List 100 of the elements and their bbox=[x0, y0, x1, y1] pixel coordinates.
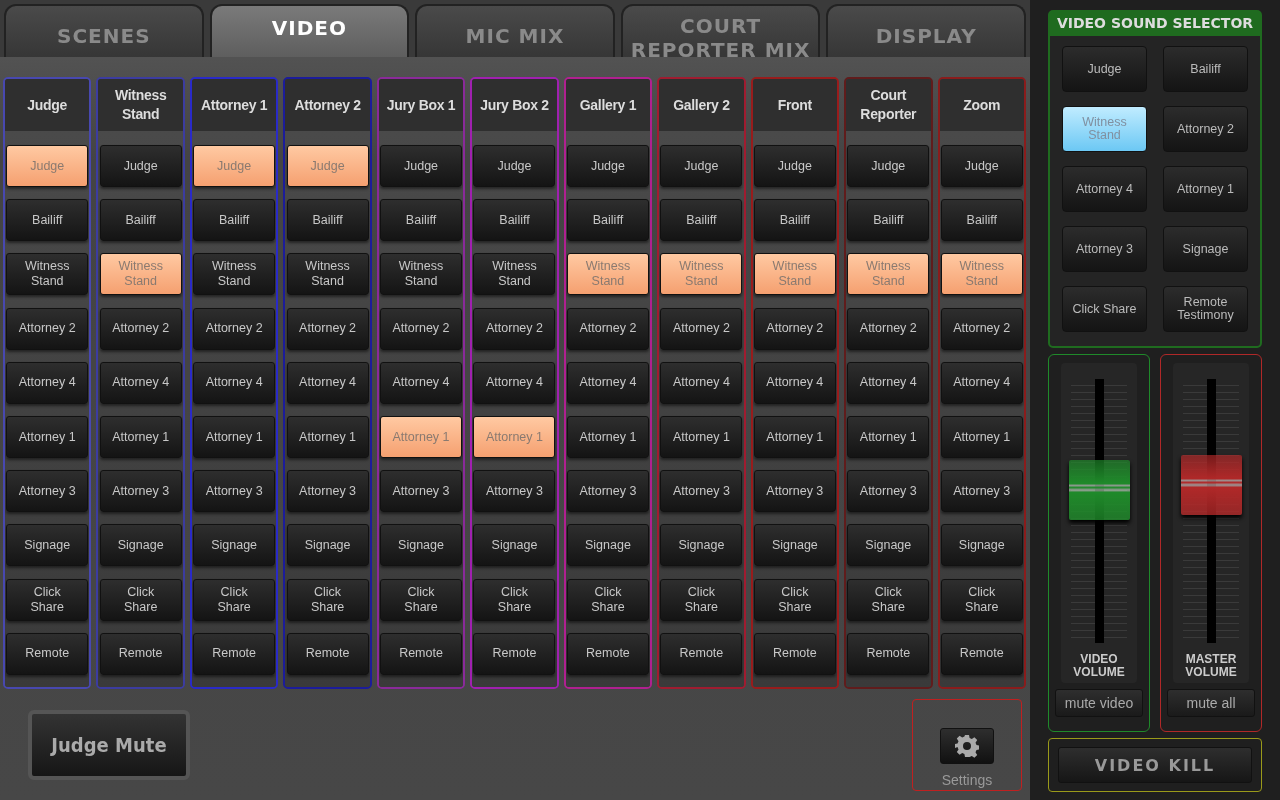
source-button[interactable]: Attorney 1 bbox=[99, 416, 182, 459]
source-button[interactable]: Attorney 2 bbox=[566, 307, 649, 350]
source-button[interactable]: Attorney 4 bbox=[193, 361, 276, 404]
source-button[interactable]: Click Share bbox=[940, 578, 1023, 621]
source-button[interactable]: Remote bbox=[380, 632, 463, 675]
mute-button[interactable]: mute video bbox=[1055, 689, 1143, 717]
source-button[interactable]: Attorney 2 bbox=[847, 307, 930, 350]
tab[interactable]: VIDEO bbox=[209, 4, 410, 57]
source-button[interactable]: Attorney 2 bbox=[6, 307, 89, 350]
sound-source-button[interactable]: Bailiff bbox=[1163, 46, 1248, 92]
source-button[interactable]: Attorney 4 bbox=[6, 361, 89, 404]
source-button[interactable]: Bailiff bbox=[380, 199, 463, 242]
source-button[interactable]: Witness Stand bbox=[380, 253, 463, 296]
source-button[interactable]: Signage bbox=[847, 524, 930, 567]
judge-mute-button[interactable]: Judge Mute bbox=[28, 709, 190, 780]
source-button[interactable]: Attorney 3 bbox=[99, 470, 182, 513]
source-button[interactable]: Signage bbox=[940, 524, 1023, 567]
sound-source-button[interactable]: Attorney 1 bbox=[1163, 166, 1248, 212]
source-button[interactable]: Remote bbox=[847, 632, 930, 675]
source-button[interactable]: Bailiff bbox=[193, 199, 276, 242]
source-button[interactable]: Attorney 3 bbox=[940, 470, 1023, 513]
source-button[interactable]: Attorney 3 bbox=[380, 470, 463, 513]
source-button[interactable]: Click Share bbox=[660, 578, 743, 621]
source-button[interactable]: Attorney 3 bbox=[6, 470, 89, 513]
source-button[interactable]: Bailiff bbox=[6, 199, 89, 242]
source-button[interactable]: Remote bbox=[753, 632, 836, 675]
source-button[interactable]: Signage bbox=[753, 524, 836, 567]
source-button[interactable]: Attorney 4 bbox=[753, 361, 836, 404]
source-button[interactable]: Attorney 2 bbox=[286, 307, 369, 350]
source-button[interactable]: Attorney 1 bbox=[6, 416, 89, 459]
source-button[interactable]: Attorney 1 bbox=[660, 416, 743, 459]
source-button[interactable]: Bailiff bbox=[753, 199, 836, 242]
source-button[interactable]: Click Share bbox=[193, 578, 276, 621]
sound-source-button[interactable]: Attorney 2 bbox=[1163, 106, 1248, 152]
sound-source-button[interactable]: Click Share bbox=[1062, 286, 1147, 332]
sound-source-button[interactable]: Attorney 3 bbox=[1062, 226, 1147, 272]
source-button[interactable]: Attorney 2 bbox=[99, 307, 182, 350]
source-button[interactable]: Bailiff bbox=[940, 199, 1023, 242]
source-button[interactable]: Attorney 3 bbox=[473, 470, 556, 513]
source-button[interactable]: Judge bbox=[99, 145, 182, 188]
source-button[interactable]: Attorney 4 bbox=[99, 361, 182, 404]
source-button[interactable]: Attorney 2 bbox=[193, 307, 276, 350]
source-button[interactable]: Judge bbox=[940, 145, 1023, 188]
sound-source-button[interactable]: Attorney 4 bbox=[1062, 166, 1147, 212]
source-button[interactable]: Judge bbox=[847, 145, 930, 188]
source-button[interactable]: Attorney 3 bbox=[847, 470, 930, 513]
source-button[interactable]: Signage bbox=[286, 524, 369, 567]
source-button[interactable]: Judge bbox=[660, 145, 743, 188]
source-button[interactable]: Bailiff bbox=[286, 199, 369, 242]
source-button[interactable]: Remote bbox=[6, 632, 89, 675]
source-button[interactable]: Attorney 1 bbox=[566, 416, 649, 459]
source-button[interactable]: Attorney 1 bbox=[286, 416, 369, 459]
source-button[interactable]: Signage bbox=[566, 524, 649, 567]
source-button[interactable]: Bailiff bbox=[99, 199, 182, 242]
source-button[interactable]: Bailiff bbox=[660, 199, 743, 242]
source-button[interactable]: Attorney 2 bbox=[940, 307, 1023, 350]
source-button[interactable]: Remote bbox=[193, 632, 276, 675]
source-button[interactable]: Attorney 2 bbox=[380, 307, 463, 350]
source-button[interactable]: Attorney 1 bbox=[193, 416, 276, 459]
source-button[interactable]: Attorney 3 bbox=[566, 470, 649, 513]
settings-button[interactable] bbox=[940, 727, 994, 764]
source-button[interactable]: Signage bbox=[660, 524, 743, 567]
source-button[interactable]: Attorney 2 bbox=[473, 307, 556, 350]
sound-source-button[interactable]: Remote Testimony bbox=[1163, 286, 1248, 332]
source-button[interactable]: Attorney 3 bbox=[660, 470, 743, 513]
source-button[interactable]: Remote bbox=[660, 632, 743, 675]
source-button[interactable]: Judge bbox=[753, 145, 836, 188]
source-button[interactable]: Attorney 4 bbox=[473, 361, 556, 404]
source-button[interactable]: Bailiff bbox=[473, 199, 556, 242]
source-button[interactable]: Attorney 4 bbox=[847, 361, 930, 404]
source-button[interactable]: Signage bbox=[99, 524, 182, 567]
source-button[interactable]: Click Share bbox=[6, 578, 89, 621]
source-button[interactable]: Click Share bbox=[380, 578, 463, 621]
source-button[interactable]: Attorney 4 bbox=[286, 361, 369, 404]
mute-button[interactable]: mute all bbox=[1167, 689, 1255, 717]
source-button[interactable]: Remote bbox=[940, 632, 1023, 675]
source-button[interactable]: Attorney 4 bbox=[566, 361, 649, 404]
source-button[interactable]: Remote bbox=[99, 632, 182, 675]
source-button[interactable]: Click Share bbox=[566, 578, 649, 621]
fader-thumb[interactable] bbox=[1180, 454, 1242, 515]
source-button[interactable]: Attorney 4 bbox=[660, 361, 743, 404]
source-button[interactable]: Attorney 2 bbox=[753, 307, 836, 350]
source-button[interactable]: Signage bbox=[380, 524, 463, 567]
source-button[interactable]: Signage bbox=[473, 524, 556, 567]
source-button[interactable]: Signage bbox=[6, 524, 89, 567]
source-button[interactable]: Remote bbox=[566, 632, 649, 675]
source-button[interactable]: Signage bbox=[193, 524, 276, 567]
source-button[interactable]: Remote bbox=[473, 632, 556, 675]
source-button[interactable]: Attorney 1 bbox=[847, 416, 930, 459]
source-button[interactable]: Attorney 3 bbox=[286, 470, 369, 513]
sound-source-button[interactable]: Signage bbox=[1163, 226, 1248, 272]
source-button[interactable]: Bailiff bbox=[847, 199, 930, 242]
source-button[interactable]: Witness Stand bbox=[6, 253, 89, 296]
source-button[interactable]: Click Share bbox=[286, 578, 369, 621]
source-button[interactable]: Judge bbox=[566, 145, 649, 188]
source-button[interactable]: Attorney 3 bbox=[753, 470, 836, 513]
source-button[interactable]: Click Share bbox=[847, 578, 930, 621]
source-button[interactable]: Attorney 4 bbox=[380, 361, 463, 404]
fader-thumb[interactable] bbox=[1068, 459, 1130, 520]
sound-source-button[interactable]: Judge bbox=[1062, 46, 1147, 92]
